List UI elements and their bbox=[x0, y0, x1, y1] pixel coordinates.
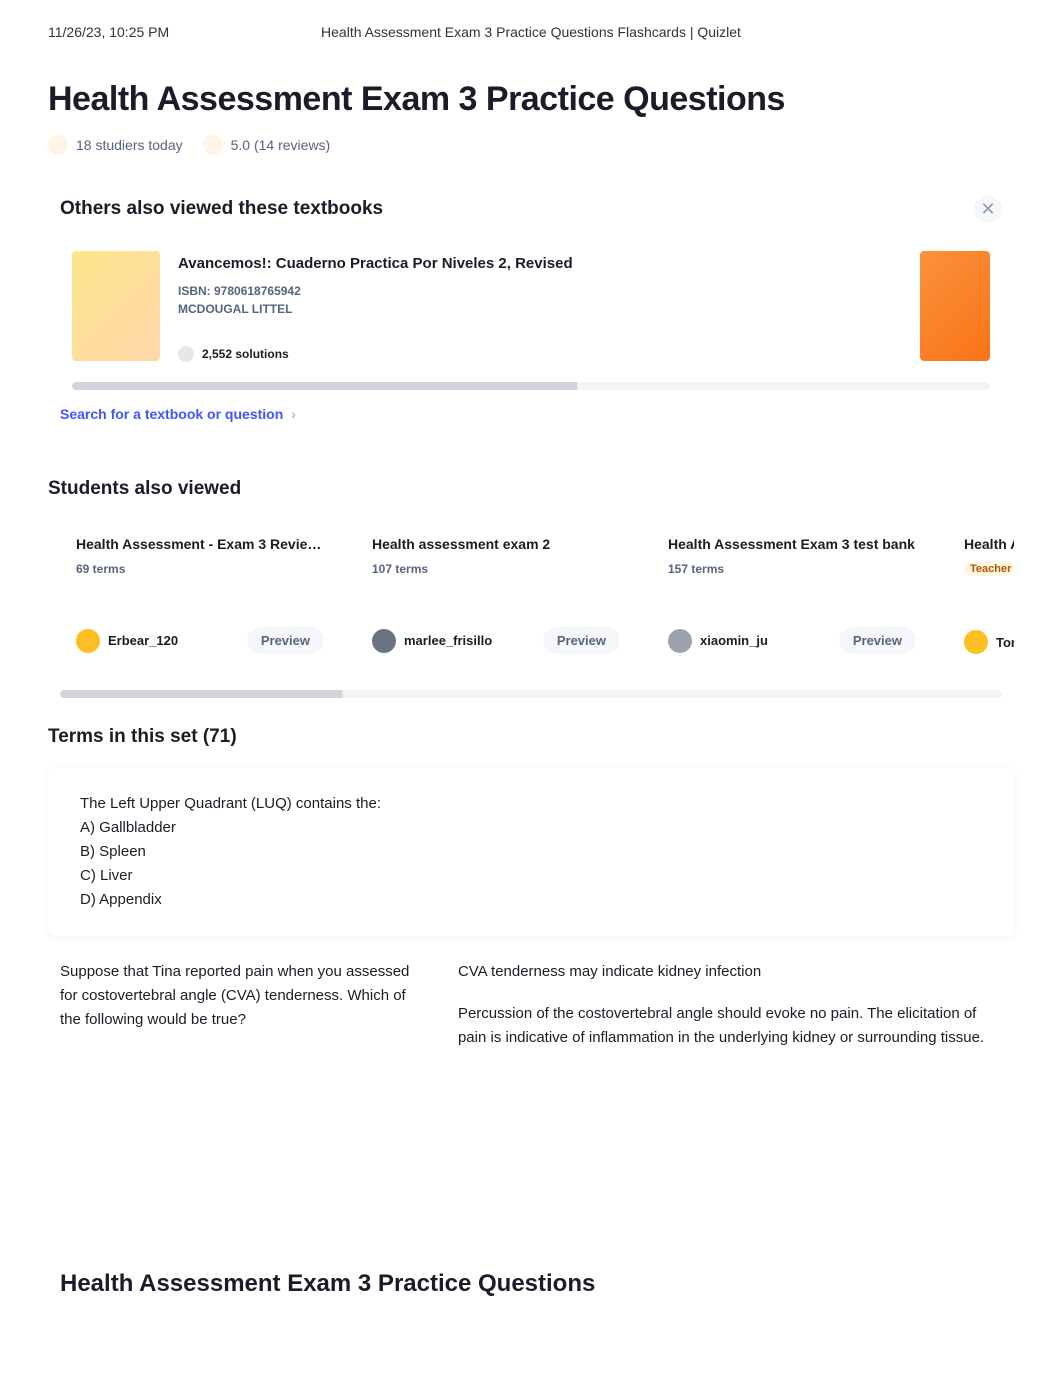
q-option: D) Appendix bbox=[80, 888, 402, 912]
print-header: 11/26/23, 10:25 PM Health Assessment Exa… bbox=[0, 0, 1062, 80]
avatar-icon bbox=[964, 630, 988, 654]
flashcard[interactable]: The Left Upper Quadrant (LUQ) contains t… bbox=[48, 768, 1014, 936]
preview-button[interactable]: Preview bbox=[247, 627, 324, 654]
textbook-isbn: ISBN: 9780618765942 bbox=[178, 282, 990, 300]
set-card[interactable]: Health Assessment Exam 3 test bank 157 t… bbox=[652, 520, 932, 670]
q-option: C) Liver bbox=[80, 864, 402, 888]
bottom-title: Health Assessment Exam 3 Practice Questi… bbox=[60, 1270, 1002, 1298]
search-textbook-link[interactable]: Search for a textbook or question › bbox=[48, 390, 308, 438]
book-cover-icon bbox=[72, 251, 160, 361]
set-terms: 107 terms bbox=[372, 562, 620, 576]
rating-text: 5.0 (14 reviews) bbox=[231, 137, 331, 153]
horizontal-scrollbar[interactable] bbox=[60, 690, 1002, 698]
set-title: Health Asse bbox=[964, 536, 1014, 552]
star-icon bbox=[203, 135, 223, 155]
preview-button[interactable]: Preview bbox=[839, 627, 916, 654]
studiers-stat: 18 studiers today bbox=[48, 135, 183, 155]
studiers-icon bbox=[48, 135, 68, 155]
verified-icon bbox=[178, 346, 194, 362]
set-title: Health Assessment Exam 3 test bank bbox=[668, 536, 916, 552]
print-timestamp: 11/26/23, 10:25 PM bbox=[48, 24, 248, 40]
answer-line: Percussion of the costovertebral angle s… bbox=[458, 1002, 1002, 1050]
q-option: A) Gallbladder bbox=[80, 816, 402, 840]
teacher-badge: Teacher bbox=[964, 562, 1014, 576]
set-card[interactable]: Health Asse Teacher 23 Toni_Bre bbox=[948, 520, 1014, 670]
book-cover-icon-2 bbox=[920, 251, 990, 361]
preview-button[interactable]: Preview bbox=[543, 627, 620, 654]
set-title: Health Assessment - Exam 3 Review … bbox=[76, 536, 324, 552]
textbook-card[interactable]: Avancemos!: Cuaderno Practica Por Nivele… bbox=[48, 239, 1014, 374]
set-author: Erbear_120 bbox=[108, 633, 178, 648]
stats-row: 18 studiers today 5.0 (14 reviews) bbox=[48, 135, 1014, 155]
horizontal-scrollbar[interactable] bbox=[72, 382, 990, 390]
flashcard-question: The Left Upper Quadrant (LUQ) contains t… bbox=[48, 768, 434, 936]
terms-section-title: Terms in this set (71) bbox=[48, 726, 1014, 748]
close-icon[interactable]: ✕ bbox=[974, 195, 1002, 223]
textbooks-section-title: Others also viewed these textbooks bbox=[60, 198, 383, 220]
set-title: Health assessment exam 2 bbox=[372, 536, 620, 552]
set-terms: 157 terms bbox=[668, 562, 916, 576]
print-page-title: Health Assessment Exam 3 Practice Questi… bbox=[248, 24, 814, 40]
textbook-solutions: 2,552 solutions bbox=[202, 347, 289, 361]
textbook-publisher: MCDOUGAL LITTEL bbox=[178, 300, 990, 318]
set-author: marlee_frisillo bbox=[404, 633, 492, 648]
students-section-title: Students also viewed bbox=[48, 478, 1014, 500]
arrow-right-icon: › bbox=[291, 406, 296, 422]
set-card[interactable]: Health assessment exam 2 107 terms marle… bbox=[356, 520, 636, 670]
set-author: Toni_Bre bbox=[996, 635, 1014, 650]
studiers-text: 18 studiers today bbox=[76, 137, 183, 153]
q-text: The Left Upper Quadrant (LUQ) contains t… bbox=[80, 792, 402, 816]
term-row: Suppose that Tina reported pain when you… bbox=[48, 960, 1014, 1050]
set-card[interactable]: Health Assessment - Exam 3 Review … 69 t… bbox=[60, 520, 340, 670]
term-answer: CVA tenderness may indicate kidney infec… bbox=[458, 960, 1002, 1050]
q-option: B) Spleen bbox=[80, 840, 402, 864]
avatar-icon bbox=[76, 629, 100, 653]
answer-line: CVA tenderness may indicate kidney infec… bbox=[458, 960, 1002, 984]
avatar-icon bbox=[668, 629, 692, 653]
set-author: xiaomin_ju bbox=[700, 633, 768, 648]
search-link-text: Search for a textbook or question bbox=[60, 406, 283, 422]
page-title: Health Assessment Exam 3 Practice Questi… bbox=[48, 80, 1014, 119]
flashcard-answer bbox=[434, 768, 1014, 936]
set-terms: 69 terms bbox=[76, 562, 324, 576]
textbook-title: Avancemos!: Cuaderno Practica Por Nivele… bbox=[178, 255, 990, 272]
avatar-icon bbox=[372, 629, 396, 653]
students-row: Health Assessment - Exam 3 Review … 69 t… bbox=[48, 520, 1014, 670]
term-question: Suppose that Tina reported pain when you… bbox=[60, 960, 418, 1050]
rating-stat: 5.0 (14 reviews) bbox=[203, 135, 331, 155]
